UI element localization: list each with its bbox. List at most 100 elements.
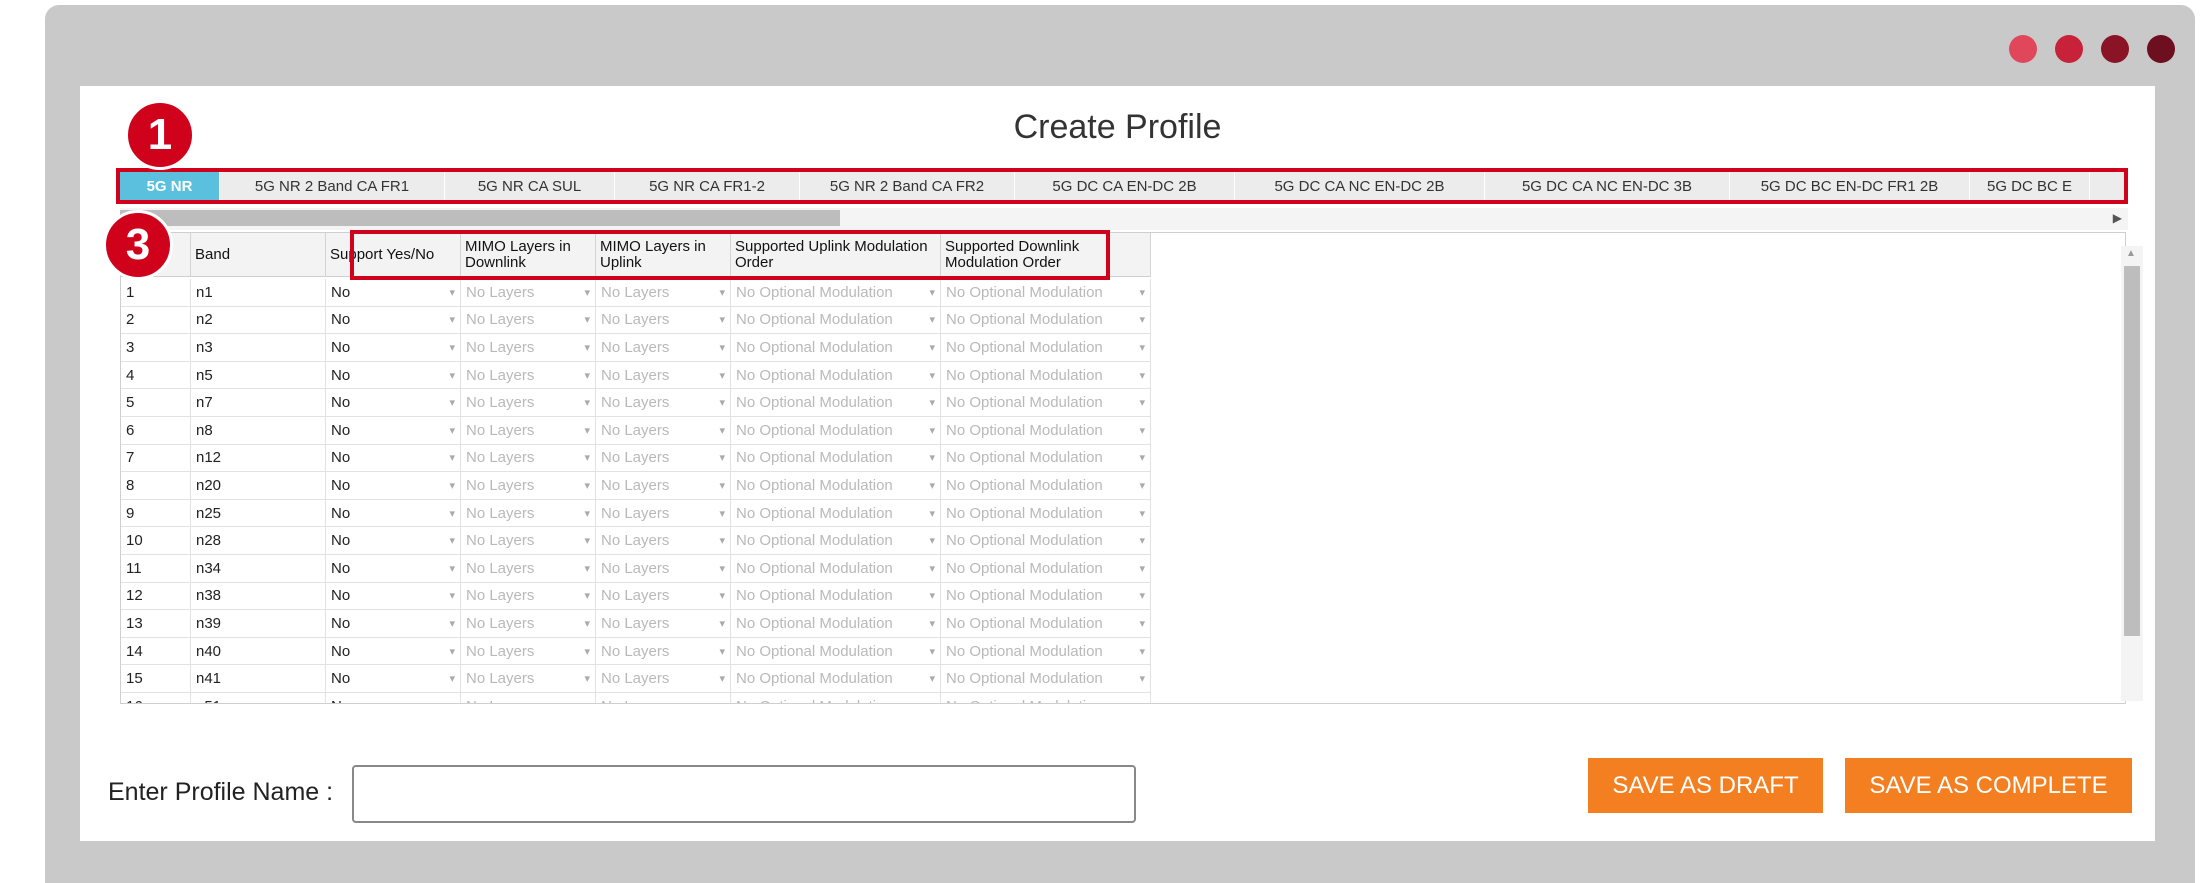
dropdown-cell[interactable]: No Optional Modulation ▾ [731,306,941,334]
chevron-down-icon[interactable]: ▾ [449,341,455,354]
tab-5g-nr[interactable]: 5G NR [120,172,220,200]
dropdown-cell[interactable]: No Layers ▾ [596,554,731,582]
chevron-down-icon[interactable]: ▾ [719,562,725,575]
chevron-down-icon[interactable]: ▾ [719,451,725,464]
chevron-down-icon[interactable]: ▾ [584,341,590,354]
dropdown-cell[interactable]: No Optional Modulation ▾ [731,637,941,665]
dropdown-cell[interactable]: No Optional Modulation ▾ [941,334,1151,361]
chevron-down-icon[interactable]: ▾ [929,396,935,409]
chevron-down-icon[interactable]: ▾ [1139,645,1145,658]
dropdown-cell[interactable]: No Layers ▾ [461,416,596,444]
dropdown-cell[interactable]: No Layers ▾ [596,472,731,499]
dropdown-cell[interactable]: No Optional Modulation ▾ [941,306,1151,334]
dropdown-cell[interactable]: No Layers ▾ [596,499,731,527]
chevron-down-icon[interactable]: ▾ [449,700,455,703]
dropdown-cell[interactable]: No Optional Modulation ▾ [731,665,941,692]
dropdown-cell[interactable]: No Layers ▾ [596,637,731,665]
chevron-down-icon[interactable]: ▾ [449,645,455,658]
dropdown-cell[interactable]: No Layers ▾ [461,361,596,389]
chevron-down-icon[interactable]: ▾ [929,424,935,437]
dropdown-cell[interactable]: No Layers ▾ [596,334,731,361]
chevron-down-icon[interactable]: ▾ [449,617,455,630]
dropdown-cell[interactable]: No Layers ▾ [596,389,731,416]
tab-5g-dc-ca-nc-en-dc-3b[interactable]: 5G DC CA NC EN-DC 3B [1485,172,1730,200]
chevron-down-icon[interactable]: ▾ [929,589,935,602]
dropdown-cell[interactable]: No Layers ▾ [596,692,731,703]
chevron-down-icon[interactable]: ▾ [1139,369,1145,382]
chevron-down-icon[interactable]: ▾ [449,479,455,492]
chevron-down-icon[interactable]: ▾ [719,507,725,520]
dropdown-cell[interactable]: No ▾ [326,306,461,334]
dropdown-cell[interactable]: No Layers ▾ [596,306,731,334]
dropdown-cell[interactable]: No Optional Modulation ▾ [941,361,1151,389]
chevron-down-icon[interactable]: ▾ [719,645,725,658]
vertical-scroll-thumb[interactable] [2124,266,2140,636]
chevron-down-icon[interactable]: ▾ [929,313,935,326]
dropdown-cell[interactable]: No Layers ▾ [461,499,596,527]
dropdown-cell[interactable]: No Optional Modulation ▾ [941,279,1151,306]
chevron-down-icon[interactable]: ▾ [719,700,725,703]
chevron-down-icon[interactable]: ▾ [449,562,455,575]
chevron-down-icon[interactable]: ▾ [449,507,455,520]
dropdown-cell[interactable]: No Optional Modulation ▾ [941,472,1151,499]
chevron-down-icon[interactable]: ▾ [584,286,590,299]
dropdown-cell[interactable]: No ▾ [326,361,461,389]
dropdown-cell[interactable]: No Optional Modulation ▾ [731,610,941,637]
chevron-down-icon[interactable]: ▾ [1139,562,1145,575]
chevron-down-icon[interactable]: ▾ [929,341,935,354]
chevron-down-icon[interactable]: ▾ [719,534,725,547]
dropdown-cell[interactable]: No Layers ▾ [596,527,731,554]
chevron-down-icon[interactable]: ▾ [1139,700,1145,703]
chevron-down-icon[interactable]: ▾ [584,617,590,630]
chevron-down-icon[interactable]: ▾ [719,341,725,354]
chevron-down-icon[interactable]: ▾ [719,617,725,630]
chevron-down-icon[interactable]: ▾ [1139,424,1145,437]
tab-5g-nr-ca-sul[interactable]: 5G NR CA SUL [445,172,615,200]
dropdown-cell[interactable]: No Optional Modulation ▾ [941,444,1151,472]
tab-5g-dc-bc-en-dc-fr1-2b[interactable]: 5G DC BC EN-DC FR1 2B [1730,172,1970,200]
chevron-down-icon[interactable]: ▾ [449,286,455,299]
dropdown-cell[interactable]: No Optional Modulation ▾ [731,472,941,499]
tab-5g-dc-bc-e[interactable]: 5G DC BC E [1970,172,2090,200]
save-as-complete-button[interactable]: SAVE AS COMPLETE [1845,758,2132,813]
dropdown-cell[interactable]: No Optional Modulation ▾ [731,334,941,361]
chevron-down-icon[interactable]: ▾ [929,562,935,575]
dropdown-cell[interactable]: No Optional Modulation ▾ [941,389,1151,416]
dropdown-cell[interactable]: No Layers ▾ [461,610,596,637]
chevron-down-icon[interactable]: ▾ [584,369,590,382]
chevron-down-icon[interactable]: ▾ [719,589,725,602]
chevron-down-icon[interactable]: ▾ [584,424,590,437]
dropdown-cell[interactable]: No Layers ▾ [461,637,596,665]
dropdown-cell[interactable]: No Layers ▾ [461,444,596,472]
dropdown-cell[interactable]: No Layers ▾ [596,610,731,637]
dropdown-cell[interactable]: No Optional Modulation ▾ [731,444,941,472]
dropdown-cell[interactable]: No Layers ▾ [596,279,731,306]
profile-name-input[interactable] [352,765,1136,823]
dropdown-cell[interactable]: No Layers ▾ [461,472,596,499]
dropdown-cell[interactable]: No Layers ▾ [461,692,596,703]
chevron-down-icon[interactable]: ▾ [584,396,590,409]
horizontal-scrollbar[interactable]: ▶ [120,208,2128,230]
dropdown-cell[interactable]: No Optional Modulation ▾ [731,499,941,527]
chevron-down-icon[interactable]: ▾ [584,672,590,685]
chevron-down-icon[interactable]: ▾ [1139,286,1145,299]
dropdown-cell[interactable]: No Layers ▾ [596,665,731,692]
chevron-down-icon[interactable]: ▾ [449,589,455,602]
chevron-down-icon[interactable]: ▾ [1139,313,1145,326]
chevron-down-icon[interactable]: ▾ [584,645,590,658]
chevron-down-icon[interactable]: ▾ [1139,479,1145,492]
save-as-draft-button[interactable]: SAVE AS DRAFT [1588,758,1823,813]
dropdown-cell[interactable]: No Layers ▾ [461,389,596,416]
chevron-down-icon[interactable]: ▾ [719,672,725,685]
chevron-down-icon[interactable]: ▾ [449,396,455,409]
dropdown-cell[interactable]: No Optional Modulation ▾ [941,610,1151,637]
chevron-down-icon[interactable]: ▾ [719,369,725,382]
chevron-down-icon[interactable]: ▾ [719,396,725,409]
dropdown-cell[interactable]: No Layers ▾ [461,582,596,610]
chevron-down-icon[interactable]: ▾ [584,507,590,520]
dropdown-cell[interactable]: No ▾ [326,665,461,692]
chevron-down-icon[interactable]: ▾ [584,313,590,326]
dropdown-cell[interactable]: No ▾ [326,692,461,703]
chevron-down-icon[interactable]: ▾ [719,479,725,492]
dropdown-cell[interactable]: No ▾ [326,472,461,499]
